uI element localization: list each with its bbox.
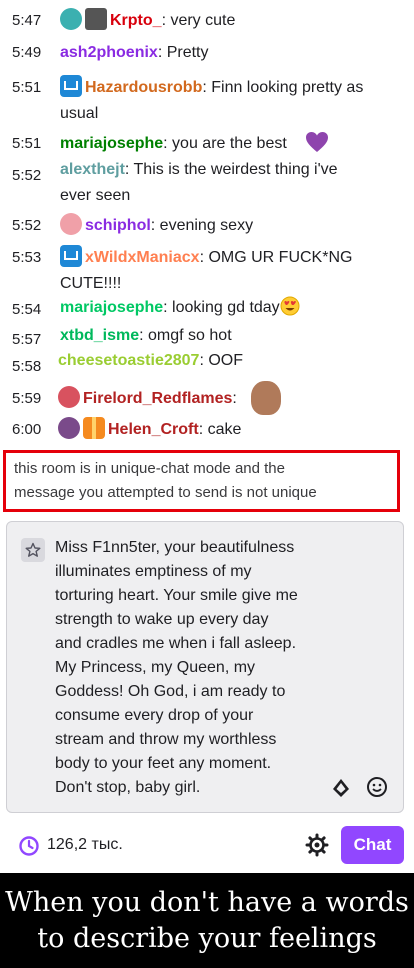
caption-line: When you don't have a words [5, 887, 409, 918]
points-count[interactable]: 126,2 тыс. [47, 836, 123, 854]
timestamp: 5:47 [12, 12, 42, 29]
username[interactable]: Helen_Croft [108, 421, 199, 438]
message-text: looking gd tday [172, 299, 280, 316]
timestamp: 5:51 [12, 79, 42, 96]
avatar-badge-icon[interactable] [60, 8, 82, 30]
username[interactable]: xtbd_isme [60, 327, 139, 344]
prime-badge-icon[interactable] [60, 75, 82, 97]
username[interactable]: alexthejt [60, 161, 125, 178]
caption-line: to describe your feelings [37, 923, 377, 954]
message-text-continued: ever seen [60, 187, 131, 204]
input-line: and cradles me when i fall asleep. [55, 635, 297, 652]
message-text: evening sexy [159, 217, 254, 234]
face-emote-icon [251, 381, 282, 415]
chat-send-button[interactable]: Chat [341, 826, 404, 864]
username[interactable]: Krpto_ [110, 12, 162, 29]
message-text-continued: usual [60, 105, 99, 122]
input-line: stream and throw my worthless [55, 731, 277, 748]
username[interactable]: xWildxManiacx [85, 249, 200, 266]
username[interactable]: schiphol [85, 217, 151, 234]
input-line: Don't stop, baby girl. [55, 779, 201, 796]
input-line: illuminates emptiness of my [55, 563, 252, 580]
gear-icon[interactable] [305, 833, 329, 857]
unique-chat-notice: this room is in unique-chat mode and the… [3, 450, 400, 512]
message-text: This is the weirdest thing i've [133, 161, 338, 178]
input-line: consume every drop of your [55, 707, 254, 724]
chat-footer: 126,2 тыс. Chat [0, 826, 414, 866]
username[interactable]: Hazardousrobb [85, 79, 202, 96]
meme-caption: When you don't have a words to describe … [0, 873, 414, 968]
input-line: My Princess, my Queen, my [55, 659, 256, 676]
username[interactable]: mariajosephe [60, 299, 163, 316]
username[interactable]: ash2phoenix [60, 44, 158, 61]
avatar-badge-icon[interactable] [58, 386, 80, 408]
timestamp: 5:51 [12, 135, 42, 152]
notice-line: message you attempted to send is not uni… [14, 484, 317, 501]
input-line: Goddess! Oh God, i am ready to [55, 683, 286, 700]
bits-icon[interactable] [331, 778, 351, 798]
prime-badge-icon[interactable] [60, 245, 82, 267]
timestamp: 5:54 [12, 301, 42, 318]
message-text: Pretty [166, 44, 209, 61]
input-line: strength to wake up every day [55, 611, 269, 628]
input-line: Miss F1nn5ter, your beautifulness [55, 539, 295, 556]
message-text: cake [207, 421, 242, 438]
timestamp: 5:52 [12, 217, 42, 234]
avatar-badge-icon[interactable] [58, 417, 80, 439]
username[interactable]: Firelord_Redflames [83, 390, 232, 407]
heart-eyes-icon [280, 296, 300, 316]
purple-heart-icon [306, 132, 329, 152]
star-icon[interactable] [21, 538, 45, 562]
box-badge-icon[interactable] [85, 8, 107, 30]
gift-badge-icon[interactable] [83, 417, 105, 439]
chat-input[interactable]: Miss F1nn5ter, your beautifulness illumi… [6, 521, 404, 813]
username[interactable]: cheesetoastie2807 [58, 352, 199, 369]
timestamp: 5:52 [12, 167, 42, 184]
channel-points-icon[interactable] [18, 835, 40, 857]
message-text: OMG UR FUCK*NG [208, 249, 353, 266]
message-text: omgf so hot [148, 327, 232, 344]
chat-input-text[interactable]: Miss F1nn5ter, your beautifulness illumi… [55, 536, 345, 800]
message-text: Finn looking pretty as [211, 79, 364, 96]
notice-line: this room is in unique-chat mode and the [14, 460, 285, 477]
timestamp: 5:49 [12, 44, 42, 61]
timestamp: 5:58 [12, 358, 42, 375]
timestamp: 6:00 [12, 421, 42, 438]
message-text-continued: CUTE!!!! [60, 275, 122, 292]
username[interactable]: mariajosephe [60, 135, 163, 152]
timestamp: 5:53 [12, 249, 42, 266]
avatar-badge-icon[interactable] [60, 213, 82, 235]
emote-picker-icon[interactable] [366, 776, 388, 798]
input-line: body to your feet any moment. [55, 755, 272, 772]
message-text: you are the best [172, 135, 287, 152]
message-text: OOF [208, 352, 243, 369]
timestamp: 5:59 [12, 390, 42, 407]
message-text: very cute [170, 12, 236, 29]
timestamp: 5:57 [12, 331, 42, 348]
input-line: torturing heart. Your smile give me [55, 587, 298, 604]
